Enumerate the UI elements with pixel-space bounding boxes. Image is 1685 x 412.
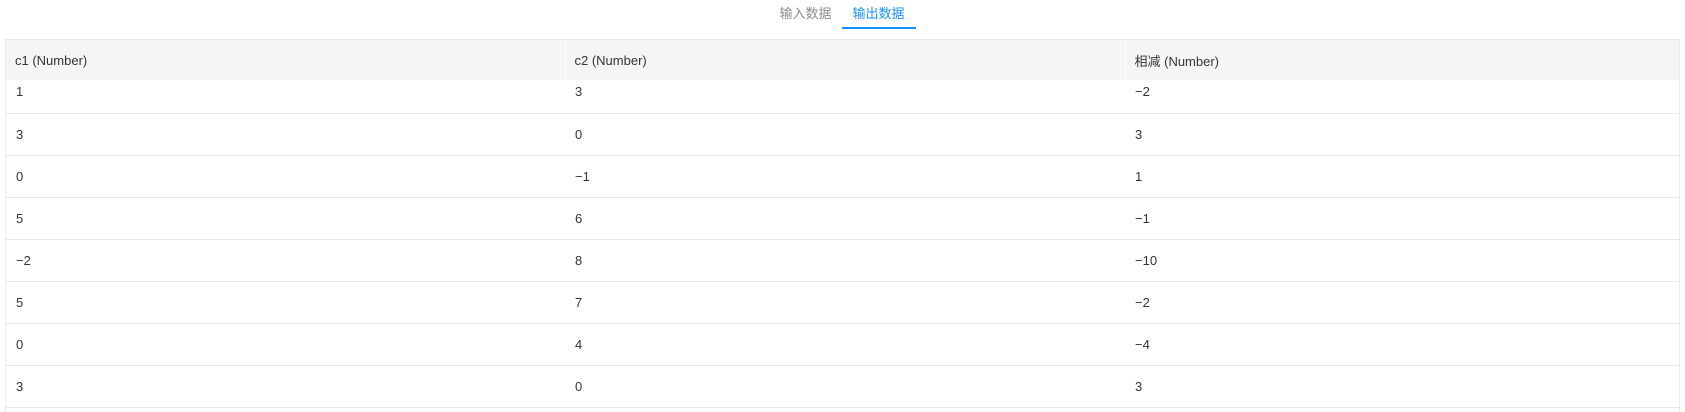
column-header-subtract[interactable]: 相减 (Number)	[1125, 40, 1679, 80]
table-cell: 1	[1125, 155, 1679, 198]
output-data-table: c1 (Number) c2 (Number) 相减 (Number) 1 3 …	[5, 39, 1680, 412]
table-cell: 3	[1125, 113, 1679, 156]
table-cell: 6	[565, 197, 1125, 240]
table-cell: 5	[6, 281, 565, 324]
table-cell: 3	[6, 113, 565, 156]
table-header: c1 (Number) c2 (Number) 相减 (Number)	[6, 40, 1679, 80]
table-row: 3 0 3	[6, 113, 1679, 156]
table-row: 0 −1 1	[6, 155, 1679, 198]
table-cell: 0	[565, 113, 1125, 156]
table-row: 0 4 −4	[6, 323, 1679, 366]
table-row: 3 0 3	[6, 365, 1679, 408]
table-row: 1 3 −2	[6, 80, 1679, 114]
table-cell: 8	[565, 239, 1125, 282]
table-cell: −4	[1125, 323, 1679, 366]
column-header-c1[interactable]: c1 (Number)	[6, 40, 566, 80]
table-row: −2 8 −10	[6, 239, 1679, 282]
table-cell: 1	[6, 80, 565, 114]
table-cell: −2	[1125, 281, 1679, 324]
tab-input-data[interactable]: 输入数据	[769, 0, 841, 26]
table-cell: 3	[565, 80, 1125, 114]
table-row: 5 7 −2	[6, 281, 1679, 324]
table-cell: 3	[6, 365, 565, 408]
table-cell: 5	[6, 197, 565, 240]
table-cell: −1	[565, 155, 1125, 198]
tab-output-data[interactable]: 输出数据	[841, 0, 916, 29]
table-row: 5 6 −1	[6, 197, 1679, 240]
table-cell: 7	[565, 281, 1125, 324]
table-cell: −2	[1125, 80, 1679, 114]
data-tabs: 输入数据 输出数据	[0, 0, 1685, 29]
table-cell: 4	[565, 323, 1125, 366]
table-cell: 0	[6, 155, 565, 198]
table-cell: −10	[1125, 239, 1679, 282]
table-cell: −2	[6, 239, 565, 282]
table-cell: −1	[1125, 197, 1679, 240]
data-table: c1 (Number) c2 (Number) 相减 (Number) 1 3 …	[6, 40, 1679, 408]
table-cell: 3	[1125, 365, 1679, 408]
table-cell: 0	[6, 323, 565, 366]
table-body: 1 3 −2 3 0 3 0 −1 1 5 6 −1 −2 8 −10 5 7 …	[6, 80, 1679, 408]
column-header-c2[interactable]: c2 (Number)	[565, 40, 1126, 80]
table-cell: 0	[565, 365, 1125, 408]
